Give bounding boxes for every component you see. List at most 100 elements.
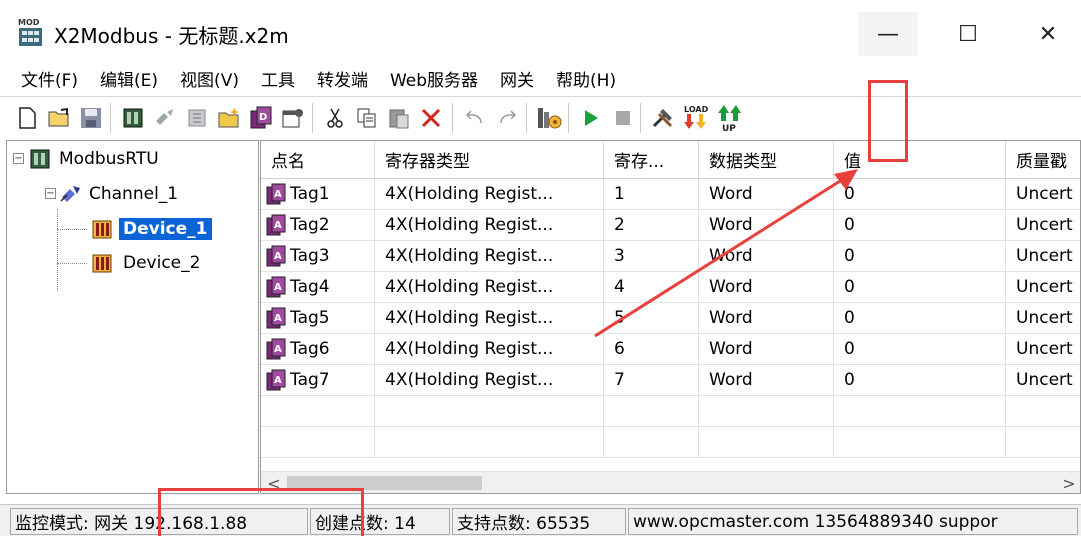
menu-file[interactable]: 文件(F) (10, 66, 89, 91)
device-icon (92, 220, 112, 239)
menu-tools[interactable]: 工具 (250, 66, 306, 91)
cell-register-type[interactable]: 4X(Holding Regist... (375, 210, 604, 241)
cell-name[interactable]: A Tag4 (261, 272, 375, 303)
cell-value[interactable]: 0 (834, 365, 1006, 396)
cell-address[interactable]: 6 (604, 334, 699, 365)
redo-icon[interactable] (494, 105, 520, 131)
open-folder-icon[interactable] (46, 105, 72, 131)
monitor-icon[interactable] (536, 105, 562, 131)
menu-view[interactable]: 视图(V) (169, 66, 250, 91)
cell-value[interactable]: 0 (834, 303, 1006, 334)
tree-root[interactable]: ModbusRTU (29, 145, 159, 173)
new-file-icon[interactable] (14, 105, 40, 131)
channel-icon[interactable] (120, 105, 146, 131)
cell-register-type[interactable]: 4X(Holding Regist... (375, 179, 604, 210)
cell-register-type[interactable]: 4X(Holding Regist... (375, 241, 604, 272)
delete-icon[interactable] (418, 105, 444, 131)
cell-register-type[interactable]: 4X(Holding Regist... (375, 365, 604, 396)
cell-value[interactable]: 0 (834, 241, 1006, 272)
tree-channel-label: Channel_1 (89, 184, 179, 204)
cell-name[interactable]: A Tag6 (261, 334, 375, 365)
add-device-icon[interactable] (152, 105, 178, 131)
cell-quality[interactable]: Uncert (1006, 365, 1080, 396)
cell-address[interactable]: 2 (604, 210, 699, 241)
import-icon[interactable] (216, 105, 242, 131)
col-header-register-type[interactable]: 寄存器类型 (375, 141, 604, 179)
cell-register-type[interactable]: 4X(Holding Regist... (375, 303, 604, 334)
cell-name[interactable]: A Tag5 (261, 303, 375, 334)
cell-value[interactable]: 0 (834, 210, 1006, 241)
col-header-value[interactable]: 值 (834, 141, 1006, 179)
menu-gateway[interactable]: 网关 (489, 66, 545, 91)
collapse-channel-icon[interactable]: − (45, 188, 56, 199)
cell-name[interactable]: A Tag3 (261, 241, 375, 272)
cell-quality-text: Uncert (1016, 184, 1073, 204)
cell-data-type-text: Word (709, 339, 753, 359)
copy-icon[interactable] (354, 105, 380, 131)
tree-device-2[interactable]: Device_2 (91, 249, 200, 277)
cell-address[interactable]: 3 (604, 241, 699, 272)
tree-device-1[interactable]: Device_1 (91, 215, 212, 243)
menu-help[interactable]: 帮助(H) (545, 66, 627, 91)
col-header-name[interactable]: 点名 (261, 141, 375, 179)
cell-address[interactable]: 4 (604, 272, 699, 303)
undo-icon[interactable] (462, 105, 488, 131)
horizontal-scrollbar[interactable]: < > (261, 471, 1080, 493)
download-icon[interactable]: LOAD (682, 105, 712, 131)
start-icon[interactable] (578, 105, 604, 131)
cell-quality[interactable]: Uncert (1006, 303, 1080, 334)
cell-name[interactable]: A Tag7 (261, 365, 375, 396)
cell-value-text: 0 (844, 308, 855, 328)
cell-address[interactable]: 5 (604, 303, 699, 334)
tree-channel[interactable]: Channel_1 (59, 180, 178, 208)
menu-forwarder[interactable]: 转发端 (306, 66, 379, 91)
maximize-button[interactable]: ☐ (938, 12, 998, 56)
scroll-right-icon[interactable]: > (1058, 472, 1080, 493)
tools-icon[interactable] (650, 105, 676, 131)
properties-icon[interactable] (280, 105, 306, 131)
add-tag-icon[interactable] (184, 105, 210, 131)
menu-web-server[interactable]: Web服务器 (379, 66, 489, 91)
tag-icon: A (265, 245, 290, 267)
cell-register-type[interactable]: 4X(Holding Regist... (375, 334, 604, 365)
cell-data-type[interactable]: Word (699, 303, 834, 334)
close-button[interactable]: ✕ (1018, 12, 1078, 56)
export-icon[interactable]: D (248, 105, 274, 131)
cell-quality[interactable]: Uncert (1006, 272, 1080, 303)
col-header-quality[interactable]: 质量戳 (1006, 141, 1080, 179)
collapse-root-icon[interactable]: − (13, 153, 24, 164)
cell-value-text: 0 (844, 246, 855, 266)
save-icon[interactable] (78, 105, 104, 131)
stop-icon[interactable] (610, 105, 636, 131)
paste-icon[interactable] (386, 105, 412, 131)
menu-edit[interactable]: 编辑(E) (89, 66, 169, 91)
cell-data-type[interactable]: Word (699, 241, 834, 272)
cell-quality[interactable]: Uncert (1006, 179, 1080, 210)
cell-quality[interactable]: Uncert (1006, 241, 1080, 272)
cell-name[interactable]: A Tag1 (261, 179, 375, 210)
channel-icon (60, 186, 80, 202)
cell-quality[interactable]: Uncert (1006, 334, 1080, 365)
col-header-address[interactable]: 寄存... (604, 141, 699, 179)
cell-name[interactable]: A Tag2 (261, 210, 375, 241)
cell-data-type-text: Word (709, 370, 753, 390)
cell-register-type[interactable]: 4X(Holding Regist... (375, 272, 604, 303)
col-header-data-type[interactable]: 数据类型 (699, 141, 834, 179)
cell-value[interactable]: 0 (834, 272, 1006, 303)
cell-quality-text: Uncert (1016, 215, 1073, 235)
cell-data-type[interactable]: Word (699, 272, 834, 303)
svg-text:A: A (274, 220, 282, 231)
cell-data-type[interactable]: Word (699, 334, 834, 365)
minimize-button[interactable]: — (858, 12, 918, 56)
cell-quality[interactable]: Uncert (1006, 210, 1080, 241)
status-contact: www.opcmaster.com 13564889340 suppor (628, 508, 1078, 535)
cut-icon[interactable] (322, 105, 348, 131)
cell-address[interactable]: 1 (604, 179, 699, 210)
cell-value[interactable]: 0 (834, 334, 1006, 365)
cell-value[interactable]: 0 (834, 179, 1006, 210)
cell-data-type[interactable]: Word (699, 210, 834, 241)
cell-address[interactable]: 7 (604, 365, 699, 396)
cell-data-type[interactable]: Word (699, 365, 834, 396)
cell-data-type[interactable]: Word (699, 179, 834, 210)
upload-icon[interactable]: UP (716, 105, 746, 132)
